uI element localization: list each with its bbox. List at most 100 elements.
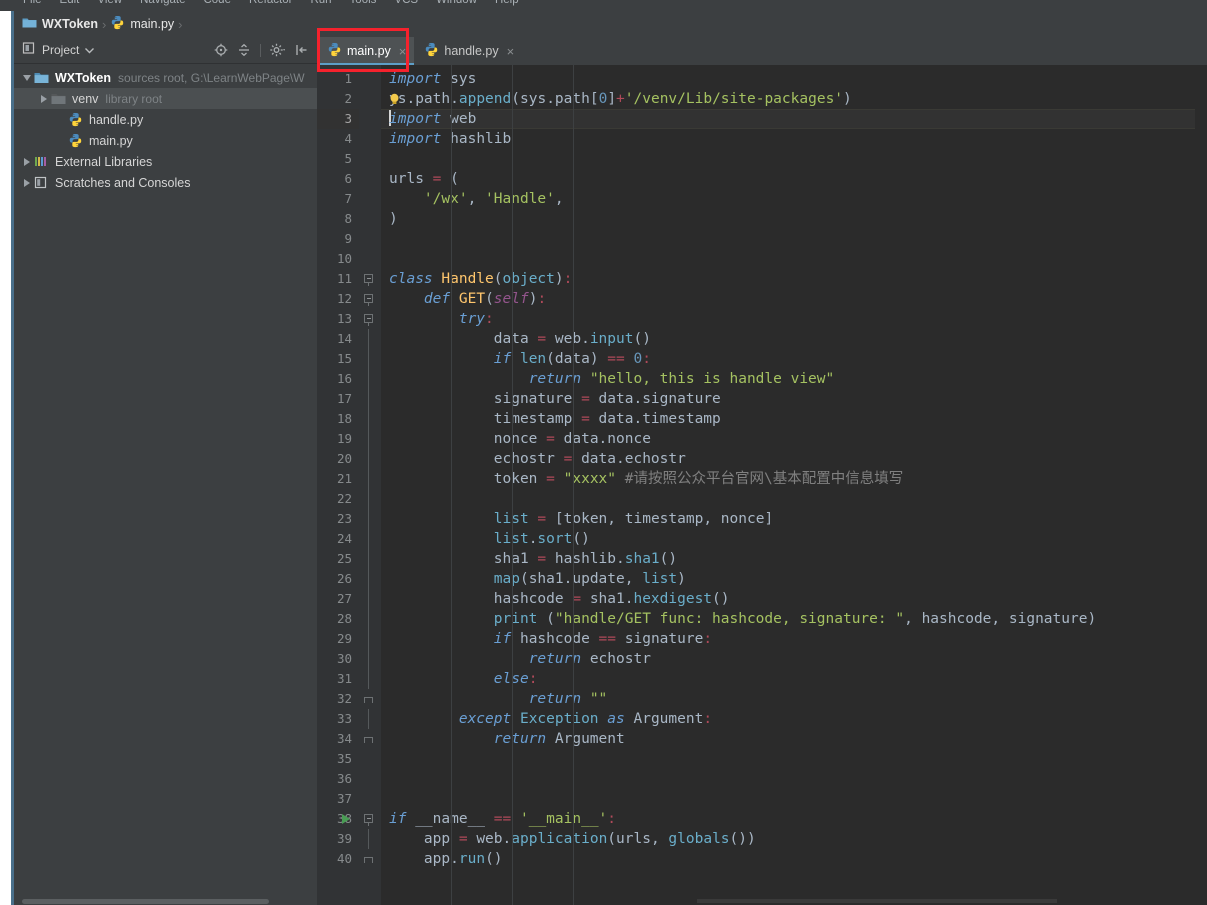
code-operator: :: [703, 631, 712, 647]
chevron-right-icon[interactable]: [37, 95, 51, 103]
editor-marker-strip[interactable]: [1195, 93, 1207, 905]
tree-item-external-libraries[interactable]: External Libraries: [14, 151, 317, 172]
code-line[interactable]: sha1 = hashlib.sha1(): [381, 549, 1207, 569]
locate-icon[interactable]: [214, 43, 228, 57]
menu-item-navigate[interactable]: Navigate: [131, 0, 194, 11]
code-line[interactable]: [381, 489, 1207, 509]
tree-item-wxtoken[interactable]: WXTokensources root, G:\LearnWebPage\W: [14, 67, 317, 88]
tree-item-handle-py[interactable]: handle.py: [14, 109, 317, 130]
source-code[interactable]: import sysys.path.append(sys.path[0]+'/v…: [381, 65, 1207, 905]
code-operator: :: [529, 671, 538, 687]
code-line[interactable]: app = web.application(urls, globals()): [381, 829, 1207, 849]
chevron-right-icon[interactable]: [20, 158, 34, 166]
editor-horizontal-scrollbar[interactable]: [697, 899, 1057, 903]
fold-collapse-icon[interactable]: [364, 294, 373, 303]
editor-tab-main-py[interactable]: main.py×: [317, 37, 414, 65]
code-editor[interactable]: 1234567891011121314151617181920212223242…: [317, 65, 1207, 905]
code-line[interactable]: [381, 149, 1207, 169]
code-line[interactable]: ): [381, 209, 1207, 229]
intention-bulb-icon[interactable]: [389, 91, 400, 103]
code-line[interactable]: class Handle(object):: [381, 269, 1207, 289]
code-line[interactable]: return echostr: [381, 649, 1207, 669]
code-line[interactable]: urls = (: [381, 169, 1207, 189]
code-line[interactable]: import hashlib: [381, 129, 1207, 149]
code-line[interactable]: try:: [381, 309, 1207, 329]
code-line[interactable]: [381, 249, 1207, 269]
editor-tab-handle-py[interactable]: handle.py ×: [414, 37, 522, 65]
code-line[interactable]: list.sort(): [381, 529, 1207, 549]
code-keyword: except: [459, 711, 511, 727]
menu-item-refactor[interactable]: Refactor: [240, 0, 301, 11]
fold-row: [359, 629, 381, 649]
chevron-down-icon[interactable]: [20, 75, 34, 81]
settings-gear-icon[interactable]: [270, 43, 286, 57]
code-folding-gutter[interactable]: [359, 65, 381, 905]
code-line[interactable]: token = "xxxx" #请按照公众平台官网\基本配置中信息填写: [381, 469, 1207, 489]
code-line[interactable]: if __name__ == '__main__':: [381, 809, 1207, 829]
code-line[interactable]: [381, 789, 1207, 809]
code-line[interactable]: map(sha1.update, list): [381, 569, 1207, 589]
menu-item-edit[interactable]: Edit: [51, 0, 89, 11]
code-line[interactable]: print ("handle/GET func: hashcode, signa…: [381, 609, 1207, 629]
fold-end-icon[interactable]: [364, 737, 373, 743]
code-line[interactable]: if len(data) == 0:: [381, 349, 1207, 369]
close-icon[interactable]: ×: [399, 44, 407, 59]
menu-item-view[interactable]: View: [88, 0, 131, 11]
chevron-right-icon[interactable]: [20, 179, 34, 187]
hide-panel-icon[interactable]: [295, 43, 309, 57]
project-tree[interactable]: WXTokensources root, G:\LearnWebPage\Wve…: [14, 64, 317, 905]
menu-item-vcs[interactable]: VCS: [385, 0, 427, 11]
code-line[interactable]: ys.path.append(sys.path[0]+'/venv/Lib/si…: [381, 89, 1207, 109]
fold-row: [359, 509, 381, 529]
fold-collapse-icon[interactable]: [364, 814, 373, 823]
tree-item-venv[interactable]: venvlibrary root: [14, 88, 317, 109]
code-line[interactable]: timestamp = data.timestamp: [381, 409, 1207, 429]
code-line[interactable]: hashcode = sha1.hexdigest(): [381, 589, 1207, 609]
code-line[interactable]: [381, 749, 1207, 769]
menu-item-run[interactable]: Run: [301, 0, 340, 11]
code-operator: =: [537, 511, 546, 527]
tree-item-main-py[interactable]: main.py: [14, 130, 317, 151]
code-line[interactable]: [381, 229, 1207, 249]
fold-row: [359, 389, 381, 409]
fold-collapse-icon[interactable]: [364, 274, 373, 283]
chevron-down-icon[interactable]: [85, 41, 94, 59]
menu-item-file[interactable]: File: [14, 0, 51, 11]
fold-end-icon[interactable]: [364, 697, 373, 703]
code-line[interactable]: except Exception as Argument:: [381, 709, 1207, 729]
code-line[interactable]: [381, 769, 1207, 789]
editor-tab-label: handle.py: [444, 44, 498, 58]
code-line[interactable]: nonce = data.nonce: [381, 429, 1207, 449]
breadcrumb-item-file[interactable]: main.py: [110, 15, 174, 33]
code-line[interactable]: data = web.input(): [381, 329, 1207, 349]
fold-collapse-icon[interactable]: [364, 314, 373, 323]
run-configuration-icon[interactable]: [342, 814, 350, 824]
code-line[interactable]: '/wx', 'Handle',: [381, 189, 1207, 209]
line-number: 32: [317, 689, 359, 709]
code-line[interactable]: return "": [381, 689, 1207, 709]
code-line[interactable]: echostr = data.echostr: [381, 449, 1207, 469]
code-identifier: hashcode: [922, 611, 992, 627]
code-line[interactable]: else:: [381, 669, 1207, 689]
close-icon[interactable]: ×: [507, 44, 515, 59]
code-line[interactable]: def GET(self):: [381, 289, 1207, 309]
code-line[interactable]: list = [token, timestamp, nonce]: [381, 509, 1207, 529]
tree-item-scratches-and-consoles[interactable]: Scratches and Consoles: [14, 172, 317, 193]
menu-item-help[interactable]: Help: [486, 0, 528, 11]
project-horizontal-scrollbar[interactable]: [22, 899, 269, 904]
code-line[interactable]: import web: [381, 109, 1207, 129]
menu-item-window[interactable]: Window: [427, 0, 486, 11]
menu-item-tools[interactable]: Tools: [341, 0, 386, 11]
menu-item-code[interactable]: Code: [194, 0, 240, 11]
code-line[interactable]: import sys: [381, 69, 1207, 89]
code-line[interactable]: signature = data.signature: [381, 389, 1207, 409]
pycharm-window: FileEditViewNavigateCodeRefactorRunTools…: [0, 0, 1207, 905]
code-line[interactable]: if hashcode == signature:: [381, 629, 1207, 649]
code-line[interactable]: app.run(): [381, 849, 1207, 869]
breadcrumb-item-project[interactable]: WXToken: [22, 17, 98, 32]
collapse-all-icon[interactable]: [237, 43, 251, 57]
code-line[interactable]: return Argument: [381, 729, 1207, 749]
code-operator: =: [546, 431, 555, 447]
fold-end-icon[interactable]: [364, 857, 373, 863]
code-line[interactable]: return "hello, this is handle view": [381, 369, 1207, 389]
